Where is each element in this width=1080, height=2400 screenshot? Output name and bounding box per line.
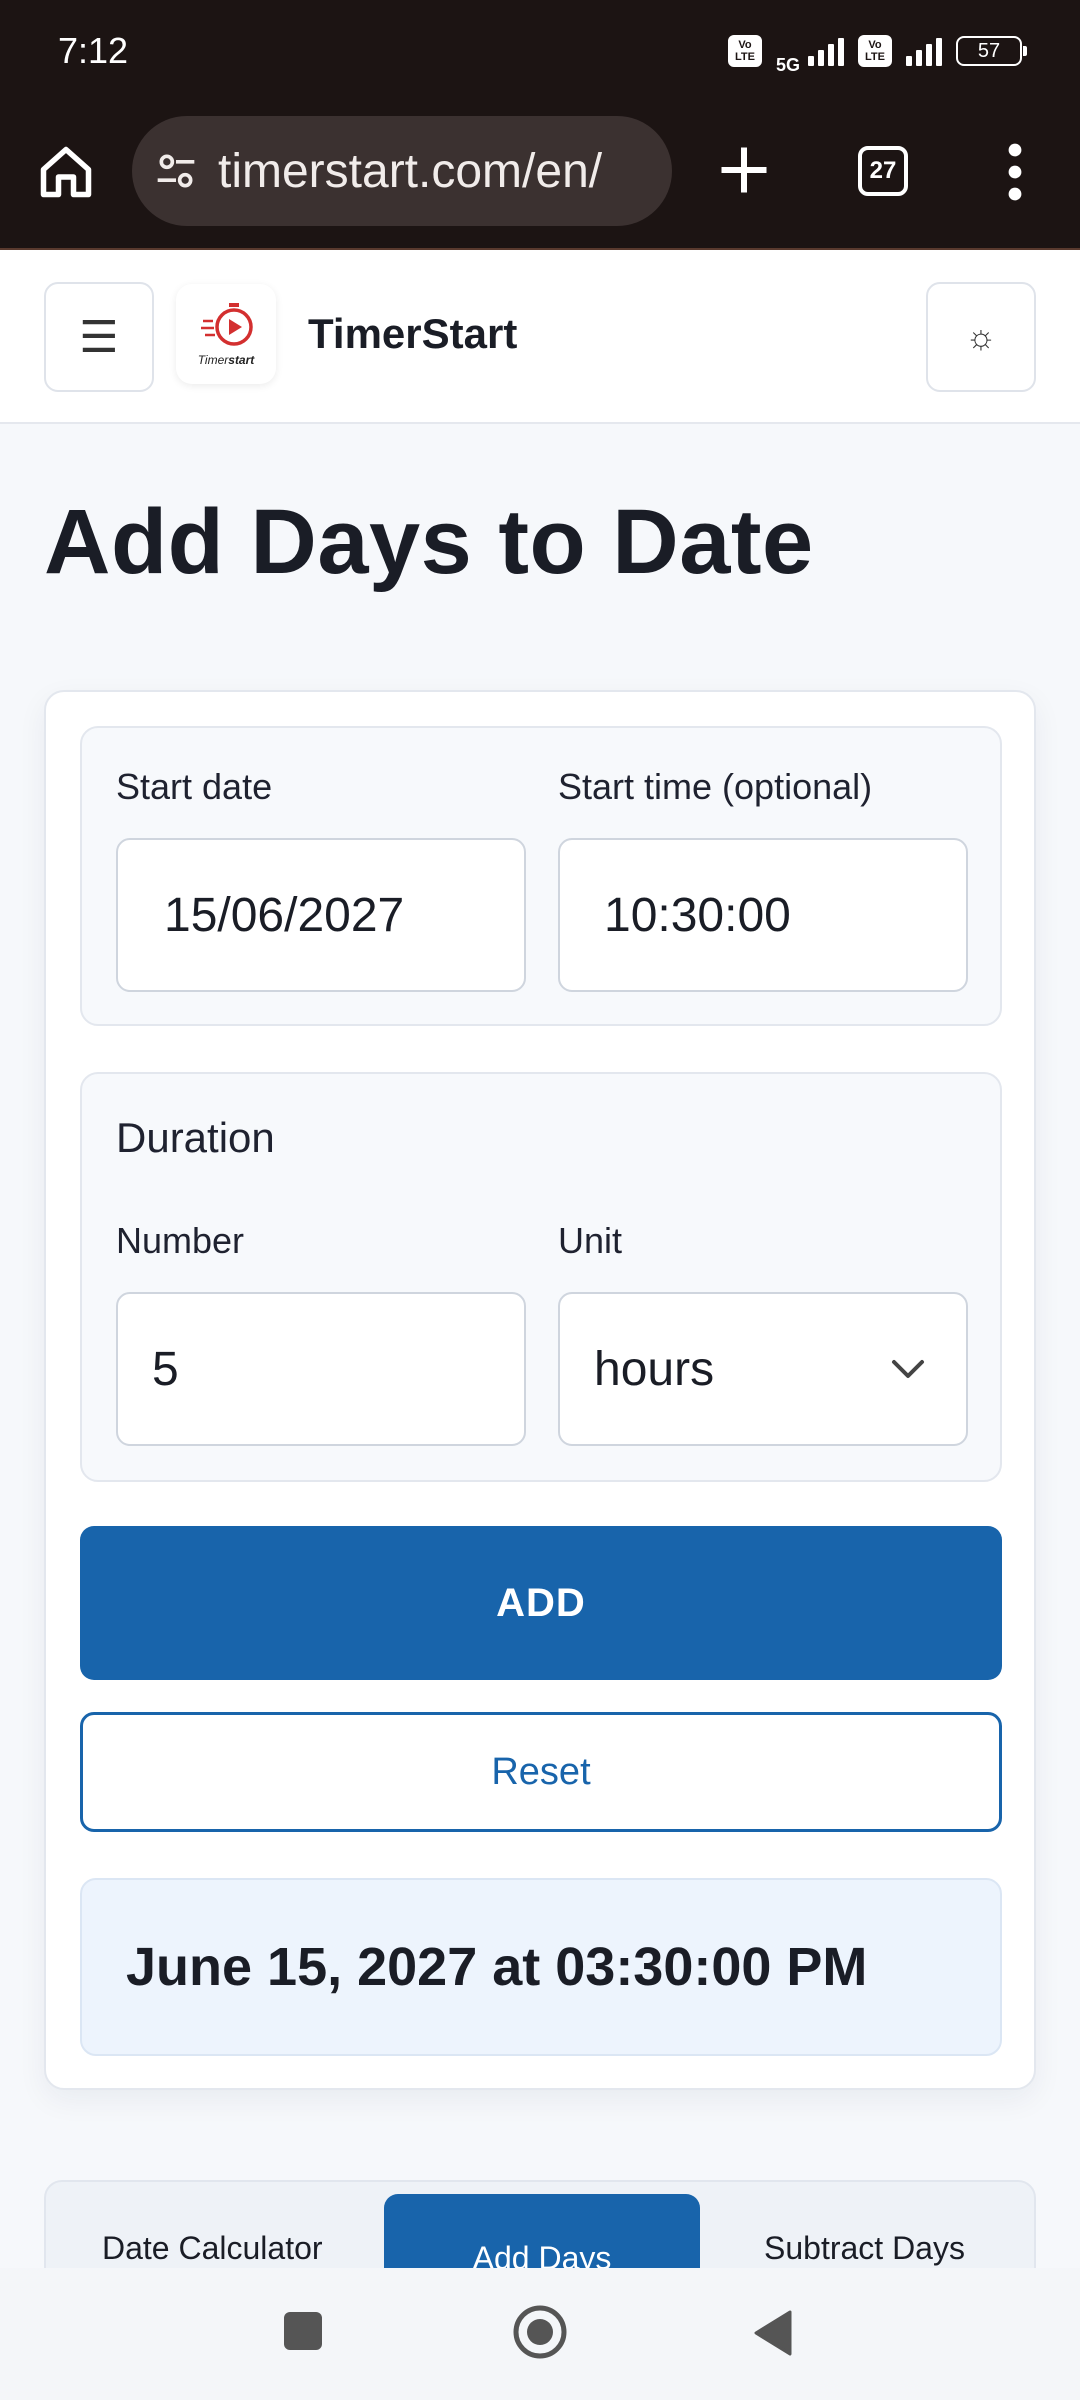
new-tab-icon[interactable]: [714, 140, 774, 200]
battery-level: 57: [977, 40, 1001, 62]
home-icon[interactable]: [36, 142, 96, 202]
unit-label: Unit: [558, 1220, 623, 1261]
network-type: 5G: [775, 54, 800, 75]
status-bar: 7:12 Vo LTE 5G Vo LTE 57: [0, 0, 1080, 102]
logo[interactable]: Timerstart: [176, 284, 276, 384]
address-bar[interactable]: timerstart.com/en/: [132, 116, 672, 226]
status-time: 7:12: [58, 30, 129, 71]
number-value: 5: [152, 1342, 179, 1396]
add-button[interactable]: ADD: [80, 1526, 1002, 1680]
page-title: Add Days to Date: [44, 491, 814, 593]
brand-name[interactable]: TimerStart: [308, 310, 517, 358]
number-input[interactable]: 5: [116, 1292, 526, 1446]
stopwatch-logo-icon: [201, 303, 253, 346]
result-text: June 15, 2027 at 03:30:00 PM: [126, 1937, 868, 1997]
tab-subtract-days[interactable]: Subtract Days: [764, 2230, 965, 2267]
start-time-value: 10:30:00: [604, 888, 791, 942]
start-date-input[interactable]: 15/06/2027: [116, 838, 526, 992]
volte-icon: Vo LTE: [727, 35, 762, 67]
chevron-down-icon: [892, 1360, 924, 1378]
start-time-label: Start time (optional): [558, 766, 873, 807]
battery-icon: 57: [956, 36, 1027, 66]
more-options-icon[interactable]: [1000, 142, 1030, 202]
number-label: Number: [116, 1220, 245, 1261]
tab-date-calculator[interactable]: Date Calculator: [102, 2230, 323, 2267]
sun-icon: ☼: [965, 317, 997, 356]
hamburger-icon: ☰: [79, 312, 119, 362]
signal-icon: [808, 36, 844, 66]
calculator-card: Start date 15/06/2027 Start time (option…: [44, 690, 1036, 2090]
start-date-label: Start date: [116, 766, 273, 807]
browser-toolbar: timerstart.com/en/ 27: [0, 102, 1080, 250]
system-nav-bar: [0, 2268, 1080, 2400]
site-header: ☰ Timerstart TimerStart ☼: [0, 250, 1080, 424]
status-icons: Vo LTE 5G Vo LTE 57: [727, 27, 1027, 76]
start-date-value: 15/06/2027: [164, 888, 405, 942]
signal-icon-2: [906, 36, 942, 66]
tab-switcher-button[interactable]: 27: [858, 146, 908, 196]
duration-panel: Duration Number 5 Unit hours: [80, 1072, 1002, 1482]
volte-icon-2: Vo LTE: [858, 35, 892, 67]
start-panel: Start date 15/06/2027 Start time (option…: [80, 726, 1002, 1026]
logo-wordmark: Timerstart: [197, 353, 255, 367]
unit-value: hours: [594, 1342, 715, 1396]
start-time-input[interactable]: 10:30:00: [558, 838, 968, 992]
recents-icon[interactable]: [284, 2312, 322, 2350]
menu-button[interactable]: ☰: [44, 282, 154, 392]
home-nav-icon[interactable]: [512, 2304, 568, 2360]
reset-button[interactable]: Reset: [80, 1712, 1002, 1832]
back-icon[interactable]: [752, 2308, 794, 2358]
site-settings-icon[interactable]: [154, 149, 198, 193]
duration-title: Duration: [116, 1114, 275, 1161]
unit-select[interactable]: hours: [558, 1292, 968, 1446]
result-output: June 15, 2027 at 03:30:00 PM: [80, 1878, 1002, 2056]
url-text: timerstart.com/en/: [218, 144, 603, 198]
theme-toggle-button[interactable]: ☼: [926, 282, 1036, 392]
